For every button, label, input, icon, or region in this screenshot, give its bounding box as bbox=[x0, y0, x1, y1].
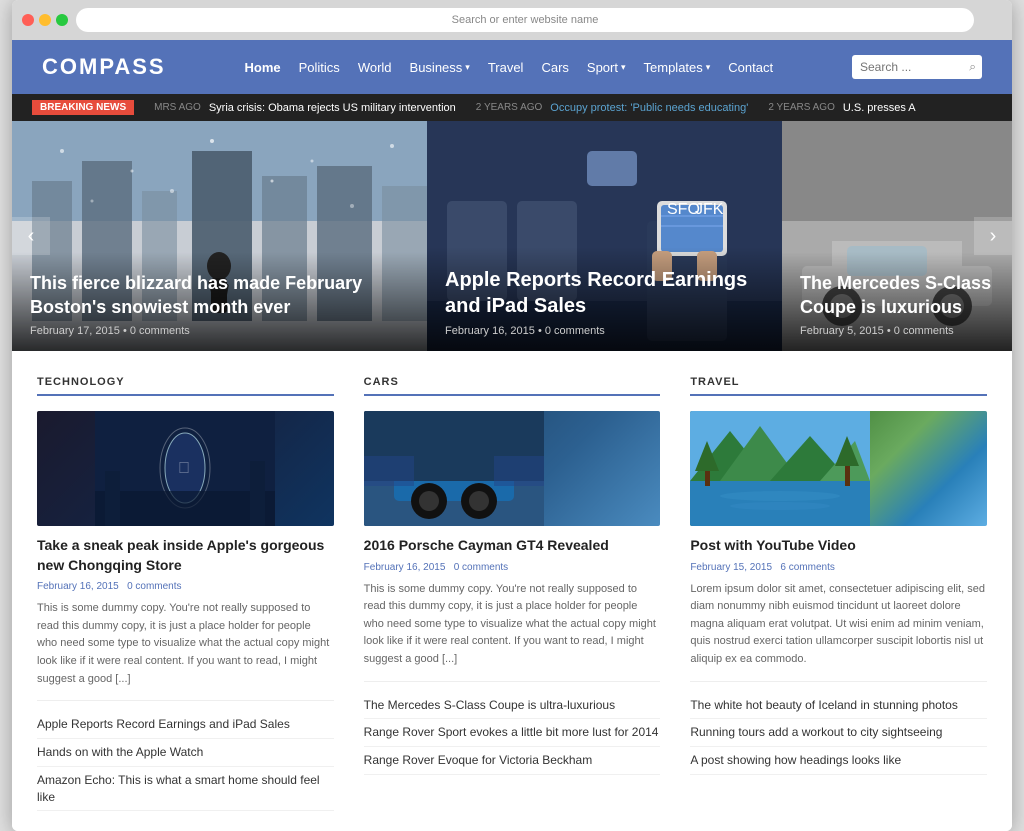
apple-store-scene:  bbox=[95, 411, 275, 526]
news-time-1: MRS AGO bbox=[154, 102, 201, 113]
cars-section: CARS bbox=[364, 376, 661, 811]
porsche-scene bbox=[364, 411, 544, 526]
nav-item-sport[interactable]: Sport ▾ bbox=[587, 60, 626, 75]
close-button[interactable] bbox=[22, 14, 34, 26]
travel-article-img-bg bbox=[690, 411, 987, 526]
slide-1: This fierce blizzard has made February B… bbox=[12, 121, 427, 351]
slide-1-meta: February 17, 2015 • 0 comments bbox=[30, 325, 409, 337]
browser-window: Search or enter website name COMPASS Hom… bbox=[12, 0, 1012, 831]
hero-slider: ‹ bbox=[12, 121, 1012, 351]
technology-section-title: TECHNOLOGY bbox=[37, 376, 334, 396]
tech-article-excerpt: This is some dummy copy. You're not real… bbox=[37, 600, 334, 688]
tech-article-img-bg:  bbox=[37, 411, 334, 526]
cars-related-links: The Mercedes S-Class Coupe is ultra-luxu… bbox=[364, 681, 661, 775]
tech-article-meta: February 16, 2015 0 comments bbox=[37, 581, 334, 592]
slide-2: SFO JFK Apple Reports Record Earnings an… bbox=[427, 121, 782, 351]
cars-article-title[interactable]: 2016 Porsche Cayman GT4 Revealed bbox=[364, 536, 661, 556]
content-area: TECHNOLOGY  bbox=[12, 351, 1012, 831]
slide-3-overlay: The Mercedes S-Class Coupe is luxurious … bbox=[782, 252, 1012, 351]
maximize-button[interactable] bbox=[56, 14, 68, 26]
nav-item-world[interactable]: World bbox=[358, 60, 392, 75]
news-item-3: 2 YEARS AGO U.S. presses A bbox=[768, 102, 915, 114]
travel-article-meta: February 15, 2015 6 comments bbox=[690, 562, 987, 573]
slide-1-title[interactable]: This fierce blizzard has made February B… bbox=[30, 272, 409, 319]
travel-related-links: The white hot beauty of Iceland in stunn… bbox=[690, 681, 987, 775]
cars-article-excerpt: This is some dummy copy. You're not real… bbox=[364, 581, 661, 669]
chevron-down-icon: ▾ bbox=[621, 62, 626, 73]
nav-item-travel[interactable]: Travel bbox=[488, 60, 524, 75]
browser-dots bbox=[22, 14, 68, 26]
travel-related-link-3[interactable]: A post showing how headings looks like bbox=[690, 747, 987, 775]
cars-related-link-2[interactable]: Range Rover Sport evokes a little bit mo… bbox=[364, 719, 661, 747]
tech-article-image:  bbox=[37, 411, 334, 526]
cars-article-meta: February 16, 2015 0 comments bbox=[364, 562, 661, 573]
travel-related-link-2[interactable]: Running tours add a workout to city sigh… bbox=[690, 719, 987, 747]
cars-related-link-1[interactable]: The Mercedes S-Class Coupe is ultra-luxu… bbox=[364, 692, 661, 720]
news-link-3[interactable]: U.S. presses A bbox=[843, 102, 916, 114]
nav-item-home[interactable]: Home bbox=[245, 60, 281, 75]
slide-1-overlay: This fierce blizzard has made February B… bbox=[12, 252, 427, 351]
travel-scene bbox=[690, 411, 870, 526]
travel-section-title: TRAVEL bbox=[690, 376, 987, 396]
slide-2-meta: February 16, 2015 • 0 comments bbox=[445, 325, 764, 337]
travel-article-image bbox=[690, 411, 987, 526]
tech-related-link-3[interactable]: Amazon Echo: This is what a smart home s… bbox=[37, 767, 334, 812]
chevron-down-icon: ▾ bbox=[465, 62, 470, 73]
minimize-button[interactable] bbox=[39, 14, 51, 26]
cars-article-img-bg bbox=[364, 411, 661, 526]
browser-chrome: Search or enter website name bbox=[12, 0, 1012, 40]
news-link-1[interactable]: Syria crisis: Obama rejects US military … bbox=[209, 102, 456, 114]
cars-article-image bbox=[364, 411, 661, 526]
nav-item-cars[interactable]: Cars bbox=[541, 60, 568, 75]
travel-related-link-1[interactable]: The white hot beauty of Iceland in stunn… bbox=[690, 692, 987, 720]
slide-3-meta: February 5, 2015 • 0 comments bbox=[800, 325, 994, 337]
chevron-down-icon: ▾ bbox=[706, 62, 711, 73]
travel-article-title[interactable]: Post with YouTube Video bbox=[690, 536, 987, 556]
tech-related-link-2[interactable]: Hands on with the Apple Watch bbox=[37, 739, 334, 767]
url-text: Search or enter website name bbox=[452, 14, 599, 26]
tech-related-link-1[interactable]: Apple Reports Record Earnings and iPad S… bbox=[37, 711, 334, 739]
slider-next-button[interactable]: › bbox=[974, 217, 1012, 255]
news-link-2[interactable]: Occupy protest: 'Public needs educating' bbox=[550, 102, 748, 114]
news-item-2: 2 YEARS AGO Occupy protest: 'Public need… bbox=[476, 102, 749, 114]
news-time-3: 2 YEARS AGO bbox=[768, 102, 835, 113]
slider-prev-button[interactable]: ‹ bbox=[12, 217, 50, 255]
slide-2-title[interactable]: Apple Reports Record Earnings and iPad S… bbox=[445, 267, 764, 319]
site-logo[interactable]: COMPASS bbox=[42, 54, 166, 80]
slide-3-title[interactable]: The Mercedes S-Class Coupe is luxurious bbox=[800, 272, 994, 319]
svg-text::  bbox=[178, 460, 190, 477]
travel-article-excerpt: Lorem ipsum dolor sit amet, consectetuer… bbox=[690, 581, 987, 669]
main-nav: Home Politics World Business ▾ Travel Ca… bbox=[245, 60, 774, 75]
travel-section: TRAVEL bbox=[690, 376, 987, 811]
nav-item-templates[interactable]: Templates ▾ bbox=[644, 60, 711, 75]
section-columns: TECHNOLOGY  bbox=[37, 376, 987, 811]
site-header: COMPASS Home Politics World Business ▾ T… bbox=[12, 40, 1012, 94]
svg-text:JFK: JFK bbox=[695, 201, 724, 218]
search-wrapper: ⌕ bbox=[852, 55, 982, 79]
nav-item-politics[interactable]: Politics bbox=[299, 60, 340, 75]
slide-2-overlay: Apple Reports Record Earnings and iPad S… bbox=[427, 247, 782, 351]
breaking-news-bar: BREAKING NEWS MRS AGO Syria crisis: Obam… bbox=[12, 94, 1012, 121]
tech-article-title[interactable]: Take a sneak peak inside Apple's gorgeou… bbox=[37, 536, 334, 575]
nav-item-contact[interactable]: Contact bbox=[728, 60, 773, 75]
news-item-1: MRS AGO Syria crisis: Obama rejects US m… bbox=[154, 102, 456, 114]
search-input[interactable] bbox=[852, 55, 982, 79]
cars-related-link-3[interactable]: Range Rover Evoque for Victoria Beckham bbox=[364, 747, 661, 775]
breaking-label: BREAKING NEWS bbox=[32, 100, 134, 115]
news-time-2: 2 YEARS AGO bbox=[476, 102, 543, 113]
url-bar[interactable]: Search or enter website name bbox=[76, 8, 974, 32]
technology-section: TECHNOLOGY  bbox=[37, 376, 334, 811]
cars-section-title: CARS bbox=[364, 376, 661, 396]
nav-item-business[interactable]: Business ▾ bbox=[410, 60, 470, 75]
search-icon: ⌕ bbox=[969, 60, 976, 75]
